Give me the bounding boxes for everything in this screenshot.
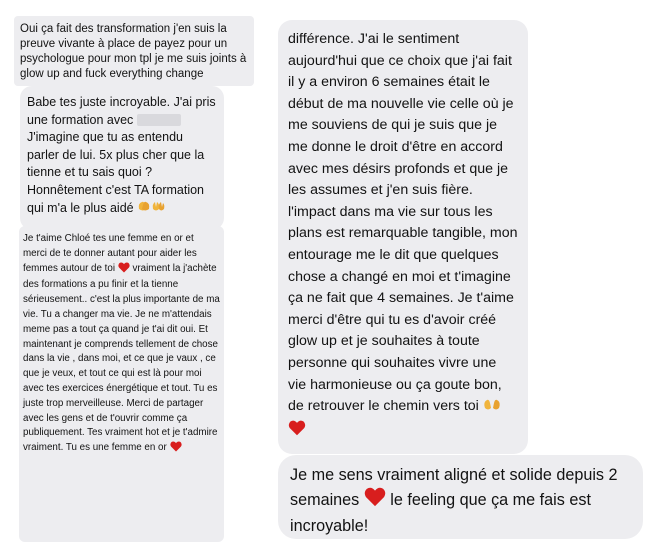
heart-icon	[288, 420, 306, 444]
message-bubble-3: Je t'aime Chloé tes une femme en or et m…	[19, 226, 224, 542]
message-text-part1: Babe tes juste incroyable. J'ai pris une…	[27, 95, 216, 127]
heart-hands-icon	[137, 200, 165, 220]
message-text: Oui ça fait des transformation j'en suis…	[20, 23, 247, 80]
heart-icon	[169, 441, 182, 458]
heart-hands-icon	[483, 398, 501, 420]
message-text-part2: J'imagine que tu as entendu parler de lu…	[27, 130, 205, 215]
heart-icon	[364, 487, 386, 514]
message-bubble-4: différence. J'ai le sentiment aujourd'hu…	[278, 20, 528, 454]
message-bubble-1: Oui ça fait des transformation j'en suis…	[14, 16, 254, 86]
redacted-name	[136, 113, 181, 126]
message-text: différence. J'ai le sentiment aujourd'hu…	[288, 31, 518, 415]
message-bubble-5: Je me sens vraiment aligné et solide dep…	[278, 455, 643, 539]
heart-icon	[118, 262, 130, 279]
message-text-part2: vraiment la j'achète des formations a pu…	[23, 262, 220, 454]
message-bubble-2: Babe tes juste incroyable. J'ai pris une…	[20, 86, 224, 230]
